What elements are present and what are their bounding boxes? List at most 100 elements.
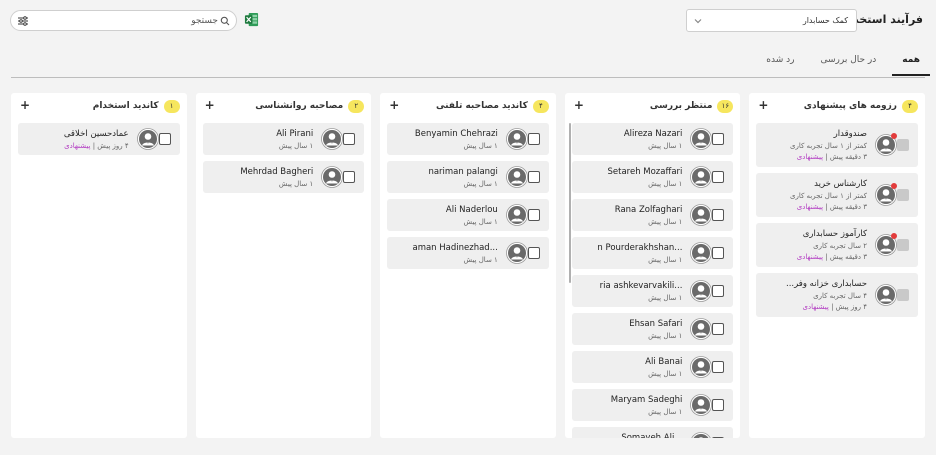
tab-all[interactable]: همه — [892, 50, 930, 76]
avatar — [875, 284, 897, 306]
card-text: Setareh Mozaffari ۱ سال پیش — [578, 167, 682, 188]
card-checkbox[interactable] — [712, 209, 725, 221]
card-checkbox[interactable] — [712, 285, 725, 297]
time-ago: ۱ سال پیش — [463, 255, 498, 264]
time-ago: ۳ دقیقه پیش — [829, 203, 867, 211]
candidate-card[interactable]: Alireza Nazari ۱ سال پیش — [571, 123, 734, 155]
candidate-card[interactable]: Rana Zolfaghari ۱ سال پیش — [571, 199, 734, 231]
card-text: کارآموز حسابداری ۲ سال تجربه کاری ۳ دقیقه … — [762, 229, 867, 261]
search-box — [10, 10, 237, 31]
candidate-card[interactable]: عمادحسین اخلاقی ۴ روز پیش | پیشنهادی — [18, 123, 180, 155]
candidate-name: Ehsan Safari — [629, 318, 683, 329]
role-select[interactable]: کمک حسابدار — [686, 9, 857, 32]
card-checkbox[interactable] — [712, 133, 725, 145]
candidate-card[interactable]: n Pourderakhshan... ۱ سال پیش — [571, 237, 734, 269]
count-badge: ۱۶ — [717, 99, 734, 113]
card-checkbox[interactable] — [527, 171, 540, 183]
card-checkbox[interactable] — [343, 133, 356, 145]
candidate-card[interactable]: کارشناس خرید کمتر از ۱ سال تجربه کاری ۳ دق… — [756, 173, 918, 217]
tabs-divider — [11, 77, 925, 78]
candidate-card[interactable]: Benyamin Chehrazi ۱ سال پیش — [387, 123, 549, 155]
card-list: عمادحسین اخلاقی ۴ روز پیش | پیشنهادی — [11, 119, 187, 155]
source-link[interactable]: پیشنهادی — [64, 142, 90, 150]
card-checkbox[interactable] — [897, 289, 909, 301]
time-ago: ۱ سال پیش — [463, 217, 498, 226]
column-header: ۱ کاندید استخدام + — [11, 93, 187, 119]
avatar — [875, 233, 897, 256]
card-checkbox[interactable] — [712, 247, 725, 259]
column-title: مصاحبه روانشناسی — [255, 101, 344, 111]
card-checkbox[interactable] — [712, 437, 725, 438]
card-text: کارشناس خرید کمتر از ۱ سال تجربه کاری ۳ دق… — [762, 179, 867, 211]
card-text: Ali Pirani ۱ سال پیش — [209, 128, 314, 150]
card-checkbox[interactable] — [712, 399, 725, 411]
card-checkbox[interactable] — [527, 247, 540, 259]
column-title: منتظر بررسی — [649, 101, 713, 111]
candidate-card[interactable]: ria ashkevarvakili... ۱ سال پیش — [571, 275, 734, 307]
source-link[interactable]: پیشنهادی — [797, 203, 823, 211]
tab-in-review[interactable]: در حال بررسی — [810, 50, 886, 76]
column-title: کاندید مصاحبه تلفنی — [436, 101, 528, 111]
card-checkbox[interactable] — [527, 209, 540, 221]
excel-icon[interactable] — [244, 12, 259, 27]
tab-rejected[interactable]: رد شده — [756, 50, 804, 76]
card-checkbox[interactable] — [712, 171, 725, 183]
candidate-card[interactable]: Ali Banai ۱ سال پیش — [571, 351, 734, 383]
column-header: ۲ مصاحبه روانشناسی + — [196, 93, 372, 119]
card-checkbox[interactable] — [343, 171, 356, 183]
candidate-name: Rana Zolfaghari — [614, 204, 683, 215]
time-ago: ۱ سال پیش — [648, 255, 683, 264]
card-text: Maryam Sadeghi ۱ سال پیش — [578, 395, 683, 416]
card-checkbox[interactable] — [158, 133, 171, 145]
candidate-card[interactable]: حسابداری خزانه وفر... ۴ سال تجربه کاری ۴ ر… — [756, 273, 918, 317]
card-checkbox[interactable] — [897, 139, 909, 151]
candidate-card[interactable]: Ali Pirani ۱ سال پیش — [202, 123, 365, 155]
candidate-name: Ali Banai — [645, 356, 683, 367]
avatar — [321, 166, 344, 188]
column-scrollbar[interactable] — [568, 123, 571, 283]
add-candidate-button[interactable]: + — [758, 98, 768, 112]
card-checkbox[interactable] — [897, 239, 909, 251]
separator: | — [823, 153, 830, 161]
candidate-card[interactable]: Maryam Sadeghi ۱ سال پیش — [571, 389, 734, 421]
search-input[interactable] — [37, 15, 218, 26]
candidate-card[interactable]: Somayeh Ali...۱ سال پیش — [571, 427, 734, 438]
candidate-card[interactable]: صندوقدار کمتر از ۱ سال تجربه کاری ۳ دقیقه … — [756, 123, 918, 167]
candidate-card[interactable]: کارآموز حسابداری ۲ سال تجربه کاری ۳ دقیقه … — [756, 223, 918, 267]
card-checkbox[interactable] — [527, 133, 540, 145]
time-source-text: ۳ دقیقه پیش | پیشنهادی — [762, 203, 867, 211]
avatar — [505, 242, 528, 264]
add-candidate-button[interactable]: + — [389, 98, 399, 112]
source-link[interactable]: پیشنهادی — [797, 253, 823, 261]
count-badge: ۴ — [532, 99, 549, 113]
card-text: Ali Banai ۱ سال پیش — [578, 356, 683, 378]
card-text: Ehsan Safari ۱ سال پیش — [578, 318, 683, 340]
separator: | — [828, 303, 836, 311]
experience-text: ۴ سال تجربه کاری — [813, 292, 867, 300]
candidate-card[interactable]: Ali Naderlou ۱ سال پیش — [387, 199, 549, 231]
candidate-card[interactable]: nariman palangi ۱ سال پیش — [387, 161, 549, 193]
filter-settings-icon[interactable] — [17, 15, 29, 27]
source-link[interactable]: پیشنهادی — [797, 153, 823, 161]
time-ago: ۳ دقیقه پیش — [829, 153, 867, 161]
time-ago: ۱ سال پیش — [648, 407, 683, 416]
avatar — [690, 166, 713, 188]
source-link[interactable]: پیشنهادی — [802, 303, 828, 311]
card-checkbox[interactable] — [712, 361, 725, 373]
candidate-name: حسابداری خزانه وفر... — [786, 279, 867, 289]
card-checkbox[interactable] — [897, 189, 909, 201]
time-ago: ۱ سال پیش — [463, 141, 498, 150]
add-candidate-button[interactable]: + — [20, 98, 30, 112]
add-candidate-button[interactable]: + — [574, 98, 584, 112]
card-text: حسابداری خزانه وفر... ۴ سال تجربه کاری ۴ ر… — [762, 279, 867, 311]
candidate-card[interactable]: Ehsan Safari ۱ سال پیش — [571, 313, 734, 345]
time-ago: ۱ سال پیش — [278, 141, 314, 150]
candidate-name: عمادحسین اخلاقی — [63, 128, 129, 139]
card-text: nariman palangi ۱ سال پیش — [393, 167, 497, 188]
candidate-card[interactable]: aman Hadinezhad... ۱ سال پیش — [387, 237, 549, 269]
candidate-card[interactable]: Mehrdad Bagheri ۱ سال پیش — [202, 161, 365, 193]
candidate-name: Ali Pirani — [276, 128, 314, 139]
card-checkbox[interactable] — [712, 323, 725, 335]
add-candidate-button[interactable]: + — [205, 98, 215, 112]
candidate-card[interactable]: Setareh Mozaffari ۱ سال پیش — [571, 161, 734, 193]
